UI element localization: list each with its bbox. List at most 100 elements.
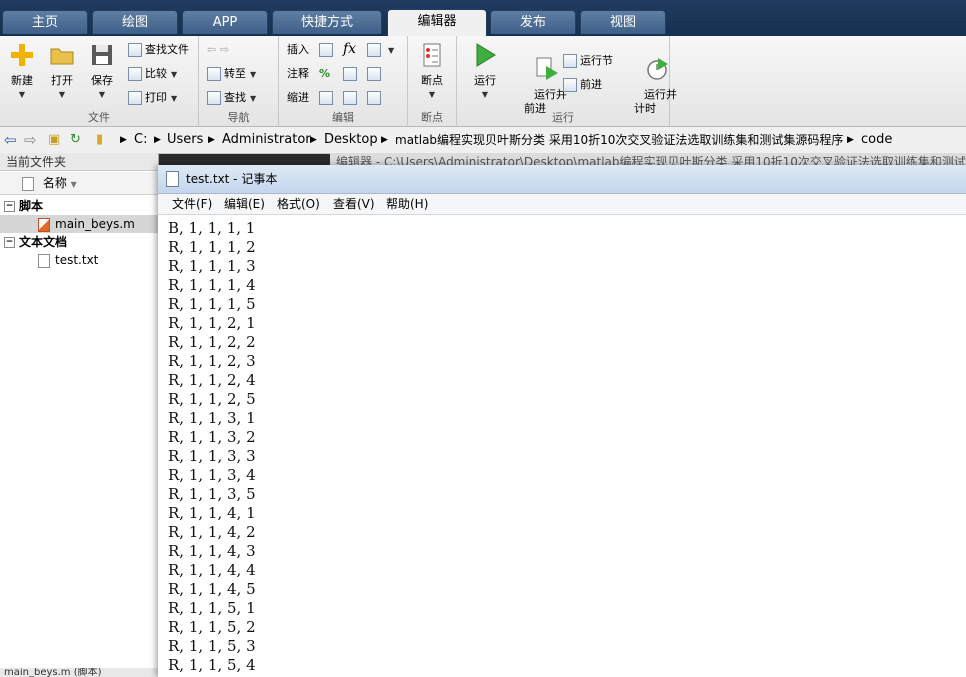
tab-shortcuts[interactable]: 快捷方式 [272, 10, 382, 34]
chevron-down-icon: ▼ [171, 70, 178, 79]
tab-view[interactable]: 视图 [580, 10, 666, 34]
breadcrumb-item[interactable]: matlab编程实现贝叶斯分类 采用10折10次交叉验证法选取训练集和测试集源码… [395, 127, 843, 153]
back-arrow-icon[interactable]: ⇦ [4, 127, 17, 153]
text-line: R, 1, 1, 1, 5 [168, 295, 256, 313]
uncomment-icon [343, 67, 357, 81]
text-line: R, 1, 1, 5, 4 [168, 656, 256, 674]
save-label: 保存 [91, 74, 113, 87]
tree-group-scripts[interactable]: − 脚本 [4, 197, 43, 215]
new-button[interactable]: 新建 ▼ [6, 42, 38, 102]
menu-view[interactable]: 查看(V) [333, 194, 375, 214]
menu-file[interactable]: 文件(F) [172, 194, 212, 214]
notepad-title-bar[interactable]: test.txt - 记事本 [158, 165, 966, 194]
run-section-icon [563, 54, 577, 68]
browse-folder-icon[interactable]: ↻ [70, 127, 81, 153]
uncomment-button[interactable] [343, 65, 360, 83]
fx-icon: fx [343, 41, 357, 57]
run-button[interactable]: 运行 ▼ [467, 42, 503, 102]
comment-button[interactable]: 注释 [287, 65, 309, 83]
run-group: 运行 ▼ 运行并 前进 运行节 前进 运行并 计时 运行 [457, 36, 677, 126]
text-line: R, 1, 1, 1, 4 [168, 276, 256, 294]
find-button[interactable]: 查找 ▼ [207, 89, 256, 107]
back-forward-buttons[interactable]: ⇦ ⇨ [207, 41, 229, 59]
advance-button[interactable]: 前进 [563, 76, 602, 94]
navigate-group: ⇦ ⇨ 转至 ▼ 查找 ▼ 导航 [199, 36, 279, 126]
breadcrumb-separator-icon: ▶ [120, 135, 127, 145]
menu-edit[interactable]: 编辑(E) [224, 194, 265, 214]
floppy-disk-icon [92, 45, 112, 65]
breadcrumb-item[interactable]: Administrator [222, 127, 311, 153]
tab-plots[interactable]: 绘图 [92, 10, 178, 34]
tree-group-text-documents[interactable]: − 文本文档 [4, 233, 67, 251]
text-line: R, 1, 1, 2, 2 [168, 333, 256, 351]
text-line: R, 1, 1, 4, 3 [168, 542, 256, 560]
group-label: 脚本 [19, 199, 44, 213]
menu-help[interactable]: 帮助(H) [386, 194, 428, 214]
run-section-button[interactable]: 运行节 [563, 52, 613, 70]
increase-indent-button[interactable] [343, 89, 360, 107]
open-label: 打开 [51, 74, 73, 87]
text-editor-area[interactable]: B, 1, 1, 1, 1 R, 1, 1, 1, 2 R, 1, 1, 1, 3R… [168, 219, 958, 675]
save-button[interactable]: 保存 ▼ [86, 42, 118, 102]
notepad-icon [166, 171, 179, 187]
print-button[interactable]: 打印 ▼ [128, 89, 177, 107]
breakpoints-button[interactable]: 断点 ▼ [416, 42, 448, 102]
file-name: main_beys.m [55, 217, 135, 231]
navigate-group-label: 导航 [227, 111, 250, 124]
goto-button[interactable]: 转至 ▼ [207, 65, 256, 83]
insert-function-button[interactable]: ▼ [367, 41, 394, 59]
compare-icon [128, 67, 142, 81]
run-group-label: 运行 [552, 111, 574, 124]
forward-arrow-icon[interactable]: ⇨ [24, 127, 37, 153]
text-line: R, 1, 1, 3, 4 [168, 466, 256, 484]
collapse-icon[interactable]: − [4, 201, 15, 212]
wrap-comment-button[interactable] [367, 65, 384, 83]
breadcrumb-item[interactable]: code [861, 127, 892, 153]
find-label: 查找 [224, 91, 246, 104]
text-line: R, 1, 1, 3, 3 [168, 447, 256, 465]
comment-percent-button[interactable]: % [319, 65, 330, 83]
decrease-indent-button[interactable] [367, 89, 384, 107]
menu-format[interactable]: 格式(O) [277, 194, 320, 214]
tab-home[interactable]: 主页 [2, 10, 88, 34]
text-line: R, 1, 1, 2, 3 [168, 352, 256, 370]
edit-group-label: 编辑 [332, 111, 354, 124]
compare-button[interactable]: 比较 ▼ [128, 65, 177, 83]
text-line: B, 1, 1, 1, 1 [168, 219, 256, 237]
breakpoints-group-label: 断点 [421, 111, 443, 124]
breadcrumb-item[interactable]: C: [134, 127, 147, 153]
fx-button[interactable]: fx [343, 40, 356, 58]
chevron-down-icon: ▼ [428, 90, 436, 99]
breadcrumb-item[interactable]: Desktop [324, 127, 378, 153]
open-button[interactable]: 打开 ▼ [46, 42, 78, 102]
insert-section-button[interactable] [319, 41, 336, 59]
indent-button[interactable]: 缩进 [287, 89, 309, 107]
find-files-button[interactable]: 查找文件 [128, 41, 189, 59]
breadcrumb-item[interactable]: Users [167, 127, 203, 153]
tab-apps[interactable]: APP [182, 10, 268, 34]
text-line: R, 1, 1, 5, 3 [168, 637, 256, 655]
chevron-down-icon: ▼ [18, 90, 26, 99]
text-line: R, 1, 1, 3, 2 [168, 428, 256, 446]
smart-indent-button[interactable] [319, 89, 336, 107]
play-icon [476, 43, 496, 67]
text-file-icon [38, 253, 50, 268]
function-icon [367, 43, 381, 57]
text-line: R, 1, 1, 2, 5 [168, 390, 256, 408]
tab-editor[interactable]: 编辑器 [387, 9, 487, 37]
tab-publish[interactable]: 发布 [490, 10, 576, 34]
file-group-label: 文件 [88, 111, 110, 124]
text-line: R, 1, 1, 5, 1 [168, 599, 256, 617]
window-title: test.txt - 记事本 [186, 172, 278, 186]
smart-indent-icon [319, 91, 333, 105]
breadcrumb-separator-icon: ▶ [310, 135, 317, 145]
up-folder-icon[interactable]: ▣ [48, 127, 60, 153]
collapse-icon[interactable]: − [4, 237, 15, 248]
insert-button[interactable]: 插入 [287, 41, 309, 59]
comment-label: 注释 [287, 67, 309, 80]
list-item[interactable]: main_beys.m [0, 215, 158, 233]
list-item[interactable]: test.txt [0, 251, 98, 269]
printer-icon [128, 91, 142, 105]
wrap-comment-icon [367, 67, 381, 81]
column-header[interactable]: 名称 ▼ [0, 172, 158, 195]
